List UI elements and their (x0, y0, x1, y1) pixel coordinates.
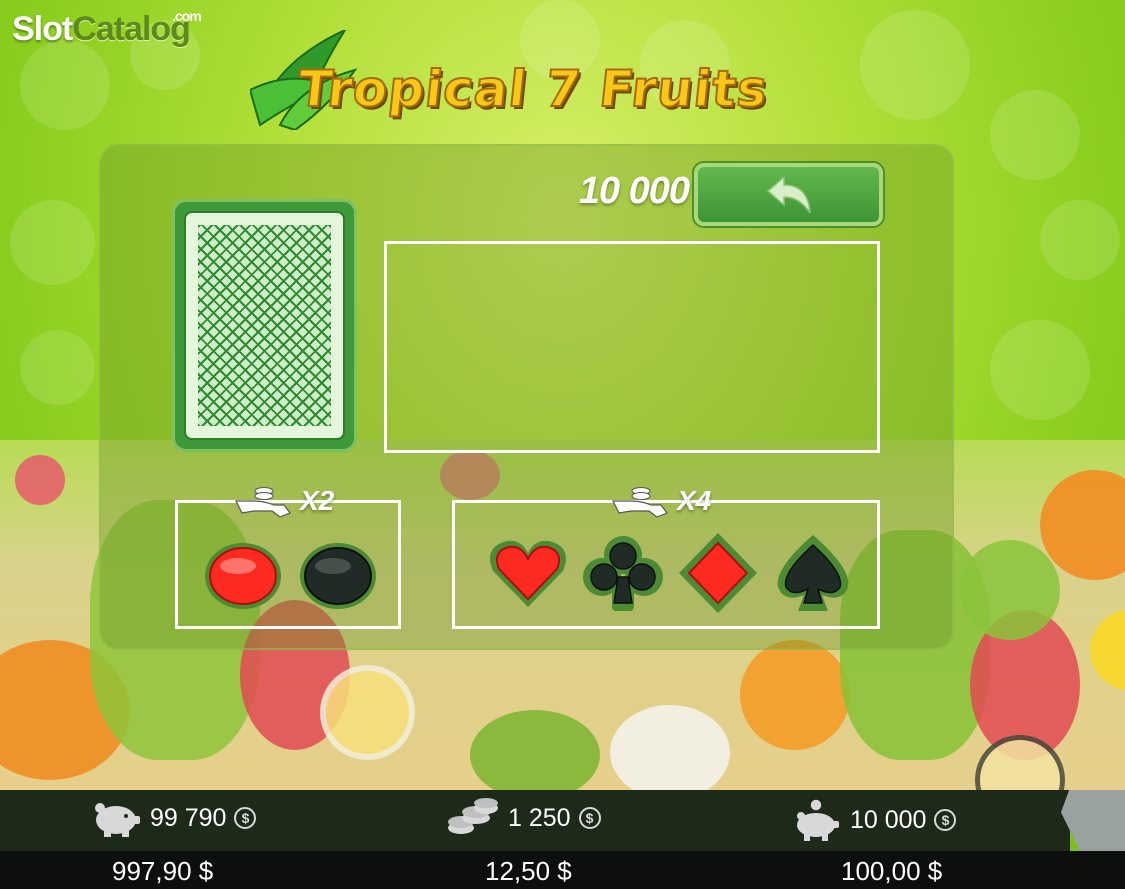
card-back-pattern (198, 225, 331, 426)
gamble-amount: 10 000 (578, 170, 690, 212)
logo-slot-text: Slot (12, 10, 73, 48)
win-money: 100,00 $ (841, 856, 943, 886)
balance-credits-value: 99 790 (150, 803, 227, 832)
status-bar: 99 790 $ 1 250 $ 10 000 $ 997,90 $ 12,50… (0, 790, 1125, 889)
bet-credits-value: 1 250 (508, 803, 571, 832)
suit-group-header: X4 (603, 481, 719, 521)
hand-coins-icon (612, 487, 668, 518)
back-button[interactable] (694, 163, 883, 226)
diamonds-suit-button[interactable] (677, 533, 759, 613)
black-color-button[interactable] (298, 541, 378, 611)
logo-com-text: .com (172, 8, 202, 24)
color-multiplier: X2 (300, 485, 335, 516)
piggy-bank-icon (95, 803, 140, 837)
face-down-card (172, 199, 357, 452)
card-face (184, 211, 345, 440)
game-title-logo: Tropical 7 Fruits (250, 30, 810, 130)
suit-bet-group: X4 (452, 485, 880, 629)
slotcatalog-logo: SlotCatalog .com (12, 8, 202, 49)
undo-arrow-icon (766, 177, 811, 214)
game-title-text: Tropical 7 Fruits (294, 59, 772, 119)
hearts-suit-button[interactable] (487, 533, 569, 613)
color-group-header: X2 (226, 481, 342, 521)
win-credits-value: 10 000 (850, 805, 927, 834)
coin-icon: $ (934, 809, 957, 831)
color-bet-group: X2 (175, 485, 401, 629)
bet-credits: 1 250 $ (446, 798, 601, 838)
clubs-suit-button[interactable] (582, 533, 664, 613)
balance-money: 997,90 $ (112, 856, 214, 886)
balance-credits: 99 790 $ (92, 798, 257, 838)
suit-multiplier: X4 (677, 485, 712, 516)
hand-coins-icon (235, 487, 291, 518)
red-color-button[interactable] (203, 541, 283, 611)
spades-suit-button[interactable] (772, 533, 854, 613)
chips-stack-icon (448, 798, 498, 834)
piggy-bank-coin-icon (797, 798, 839, 841)
bet-money: 12,50 $ (485, 856, 572, 886)
card-history-box (384, 241, 880, 453)
coin-icon: $ (578, 807, 601, 829)
win-credits: 10 000 $ (792, 798, 957, 842)
coin-icon: $ (234, 807, 257, 829)
